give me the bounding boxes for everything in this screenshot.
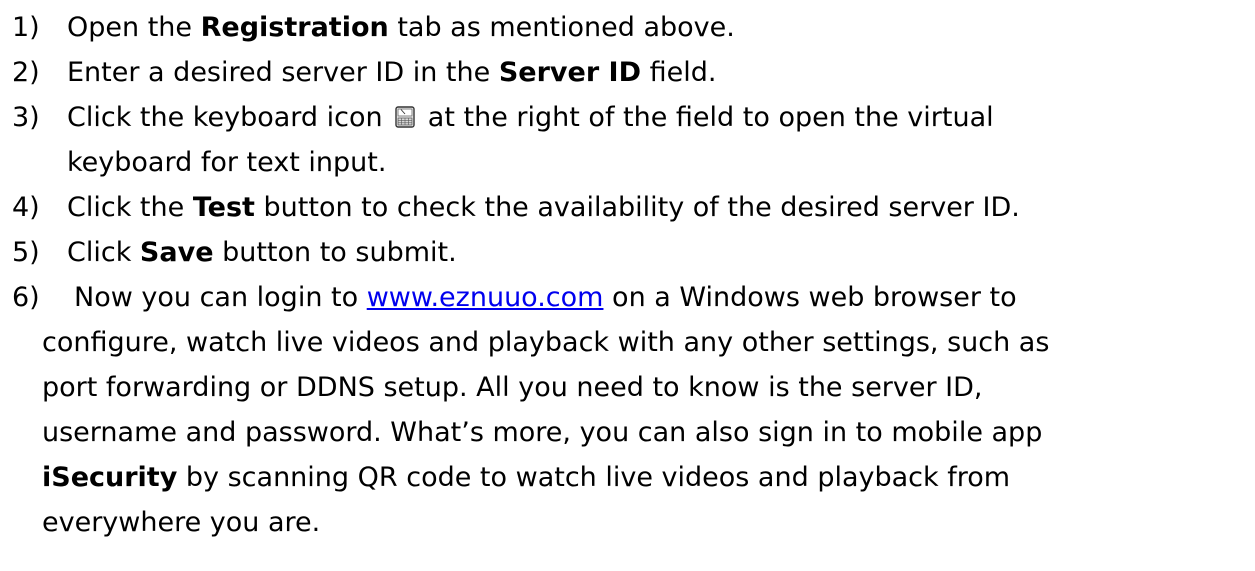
eznuuo-website-link[interactable]: www.eznuuo.com bbox=[367, 282, 604, 313]
test-button-label: Test bbox=[192, 192, 255, 223]
step-text: button to check the availability of the … bbox=[254, 192, 1020, 223]
step-number: 3) bbox=[12, 102, 40, 133]
step-text: by scanning QR code to watch live videos… bbox=[177, 462, 1011, 493]
step-text: port forwarding or DDNS setup. All you n… bbox=[42, 372, 983, 403]
step-6-line-3: port forwarding or DDNS setup. All you n… bbox=[42, 371, 983, 405]
step-6-line-6: everywhere you are. bbox=[42, 506, 320, 540]
step-text: Click the bbox=[67, 192, 193, 223]
step-6: 6) Now you can login to www.eznuuo.com on… bbox=[12, 281, 1017, 315]
step-5: 5) Click Save button to submit. bbox=[12, 236, 457, 270]
step-text: tab as mentioned above. bbox=[388, 12, 735, 43]
step-6-line-2: configure, watch live videos and playbac… bbox=[42, 326, 1049, 360]
step-number: 2) bbox=[12, 57, 40, 88]
step-number: 6) bbox=[12, 282, 40, 313]
step-text: on a Windows web browser to bbox=[603, 282, 1017, 313]
step-text: Open the bbox=[67, 12, 201, 43]
step-3: 3) Click the keyboard icon at the right o… bbox=[12, 101, 994, 135]
isecurity-app-name: iSecurity bbox=[42, 462, 178, 493]
step-number: 5) bbox=[12, 237, 40, 268]
step-2: 2) Enter a desired server ID in the Serve… bbox=[12, 56, 716, 90]
step-6-line-5: iSecurity by scanning QR code to watch l… bbox=[42, 461, 1010, 495]
step-text: username and password. What’s more, you … bbox=[42, 417, 1043, 448]
registration-tab-label: Registration bbox=[200, 12, 389, 43]
step-text: Enter a desired server ID in the bbox=[67, 57, 499, 88]
step-text: configure, watch live videos and playbac… bbox=[42, 327, 1050, 358]
step-text: field. bbox=[641, 57, 717, 88]
step-text: everywhere you are. bbox=[42, 507, 321, 538]
step-number: 4) bbox=[12, 192, 40, 223]
step-text: Click bbox=[67, 237, 140, 268]
step-6-line-4: username and password. What’s more, you … bbox=[42, 416, 1042, 450]
step-4: 4) Click the Test button to check the ava… bbox=[12, 191, 1020, 225]
keyboard-icon bbox=[395, 106, 415, 128]
step-text: keyboard for text input. bbox=[67, 147, 387, 178]
instruction-list: 1) Open the Registration tab as mentioned… bbox=[0, 0, 1255, 571]
step-1: 1) Open the Registration tab as mentioned… bbox=[12, 11, 735, 45]
server-id-field-label: Server ID bbox=[498, 57, 641, 88]
step-text: Now you can login to bbox=[74, 282, 367, 313]
step-number: 1) bbox=[12, 12, 40, 43]
step-text: at the right of the field to open the vi… bbox=[427, 102, 994, 133]
step-3-continuation: keyboard for text input. bbox=[67, 146, 386, 180]
save-button-label: Save bbox=[139, 237, 214, 268]
step-text: button to submit. bbox=[213, 237, 457, 268]
step-text: Click the keyboard icon bbox=[67, 102, 383, 133]
